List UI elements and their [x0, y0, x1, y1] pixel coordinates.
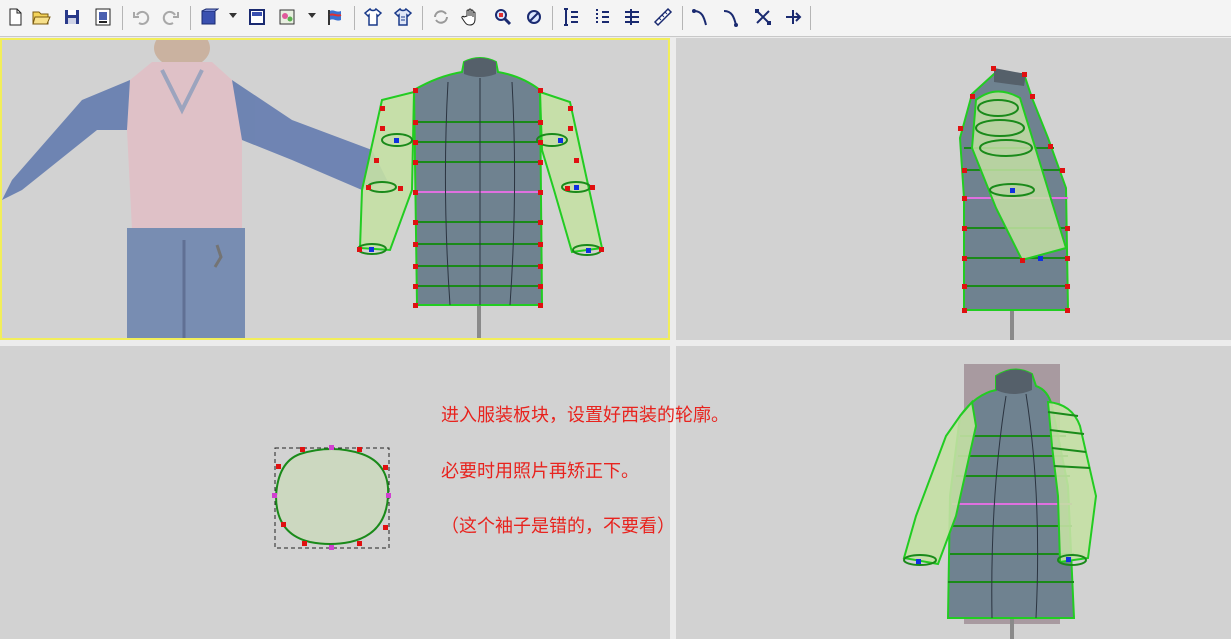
right-sleeve: [538, 90, 604, 254]
side-view-scene: [958, 66, 1070, 340]
perspective-viewport[interactable]: [676, 346, 1231, 639]
single-view-icon[interactable]: [244, 4, 270, 30]
toolbar: [0, 0, 1231, 37]
mannequin-stand: [1010, 616, 1014, 639]
ruler-icon[interactable]: [650, 4, 676, 30]
vertical-cross-lines-icon[interactable]: [619, 4, 645, 30]
pan-hand-icon[interactable]: [458, 4, 484, 30]
display-mode-icon[interactable]: [196, 4, 222, 30]
section-viewport[interactable]: [0, 346, 670, 639]
shirt-icon[interactable]: [360, 4, 386, 30]
cross-section-curve: [274, 448, 390, 545]
rotate-icon[interactable]: [428, 4, 454, 30]
toolbar-separator: [122, 6, 123, 30]
mannequin-stand: [1010, 308, 1014, 340]
zoom-fit-icon[interactable]: [521, 4, 547, 30]
toolbar-separator: [552, 6, 553, 30]
redo-icon[interactable]: [158, 4, 184, 30]
print-preview-icon[interactable]: [90, 4, 116, 30]
undo-icon[interactable]: [128, 4, 154, 30]
annotation-line-1: 进入服装板块，设置好西装的轮廓。: [441, 405, 729, 426]
front-viewport[interactable]: [0, 38, 670, 340]
open-folder-icon[interactable]: [28, 4, 54, 30]
zoom-window-icon[interactable]: [490, 4, 516, 30]
scale-points-icon[interactable]: [750, 4, 776, 30]
toolbar-separator: [190, 6, 191, 30]
texture-dropdown[interactable]: [308, 13, 316, 18]
annotation-line-2: 必要时用照片再矫正下。: [441, 461, 639, 482]
toolbar-separator: [422, 6, 423, 30]
move-points-icon[interactable]: [780, 4, 806, 30]
mannequin-neck: [464, 58, 496, 77]
viewport-divider-vertical[interactable]: [670, 38, 676, 639]
perspective-view-scene: [902, 364, 1098, 639]
toolbar-separator: [810, 6, 811, 30]
mannequin-stand: [477, 302, 481, 338]
new-file-icon[interactable]: [2, 4, 28, 30]
side-viewport[interactable]: [676, 38, 1231, 340]
curve-edit-icon[interactable]: [718, 4, 744, 30]
reference-photo: [2, 40, 387, 338]
save-icon[interactable]: [59, 4, 85, 30]
vertical-lines-icon[interactable]: [558, 4, 584, 30]
garment-torso: [412, 57, 544, 306]
shirt-outline-icon[interactable]: [390, 4, 416, 30]
front-view-scene: [2, 40, 604, 338]
toolbar-separator: [354, 6, 355, 30]
flag-icon[interactable]: [322, 4, 348, 30]
mannequin-neck: [996, 369, 1032, 394]
curve-add-icon[interactable]: [688, 4, 714, 30]
annotation-line-3: （这个袖子是错的，不要看）: [441, 516, 675, 537]
vertical-dashed-lines-icon[interactable]: [589, 4, 615, 30]
viewport-divider-horizontal[interactable]: [0, 340, 1231, 346]
texture-icon[interactable]: [274, 4, 300, 30]
toolbar-separator: [682, 6, 683, 30]
display-mode-dropdown[interactable]: [229, 13, 237, 18]
left-sleeve: [358, 90, 416, 252]
section-view-scene: [272, 445, 391, 550]
